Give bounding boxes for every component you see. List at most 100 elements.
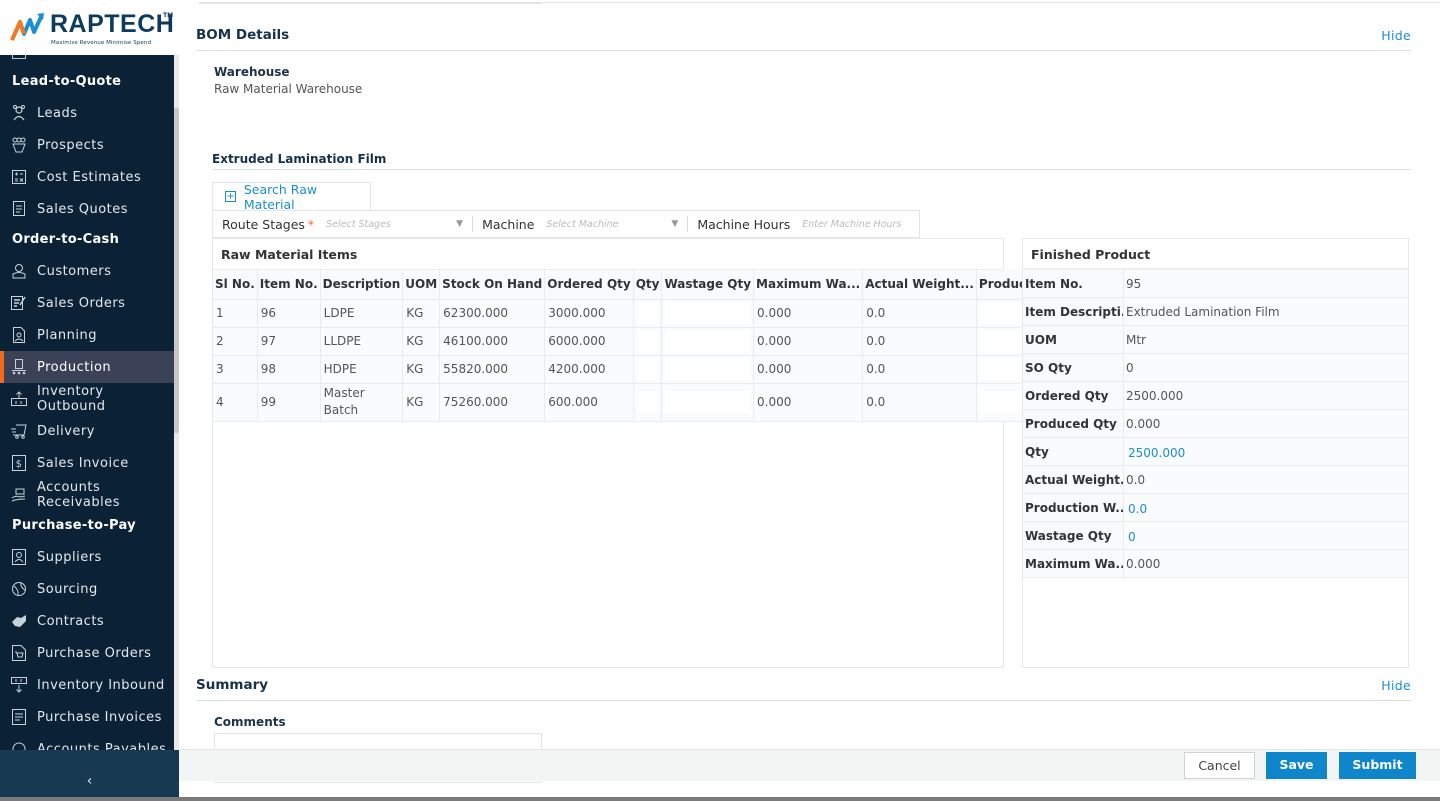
- sidebar-item-leads[interactable]: Leads: [0, 97, 174, 129]
- cell-ordered-qty: 3000.000: [544, 299, 634, 328]
- column-header-wastage-qty[interactable]: Wastage Qty: [661, 270, 755, 300]
- brand-logo[interactable]: RAPTECH TM Maximise Revenue Minimise Spe…: [0, 0, 179, 55]
- fp-label: Qty: [1023, 438, 1124, 465]
- inventory-outbound-icon: [11, 391, 27, 407]
- sidebar-item-planning[interactable]: Planning: [0, 319, 174, 351]
- fp-qty-editable[interactable]: 2500.000: [1124, 438, 1408, 465]
- save-button[interactable]: Save: [1266, 752, 1327, 779]
- column-header-description[interactable]: Description: [320, 270, 404, 300]
- sidebar-item-inventory-inbound[interactable]: Inventory Inbound: [0, 669, 174, 701]
- fp-label: SO Qty: [1023, 354, 1124, 381]
- sidebar: RAPTECH TM Maximise Revenue Minimise Spe…: [0, 0, 179, 797]
- fp-row-production-weight: Production W... 0.0: [1023, 494, 1408, 522]
- sidebar-item-inventory-outbound[interactable]: Inventory Outbound: [0, 383, 174, 415]
- submit-button[interactable]: Submit: [1339, 752, 1416, 779]
- fp-value: 0.000: [1124, 410, 1408, 437]
- cell-qty-input[interactable]: [633, 355, 663, 384]
- machine-select[interactable]: Select Machine: [546, 219, 671, 230]
- sidebar-item-sourcing[interactable]: Sourcing: [0, 573, 174, 605]
- fp-label: Actual Weight...: [1023, 466, 1124, 493]
- sidebar-item-accounts-payables[interactable]: Accounts Payables: [0, 733, 174, 750]
- sidebar-item-label: Customers: [37, 263, 112, 279]
- cell-qty-input[interactable]: [633, 327, 663, 356]
- fp-row-wastage-qty: Wastage Qty 0: [1023, 522, 1408, 550]
- cell-qty-input[interactable]: [633, 299, 663, 328]
- column-header-qty[interactable]: Qty: [633, 270, 663, 300]
- sidebar-item-sales-invoice[interactable]: $ Sales Invoice: [0, 447, 174, 479]
- cell-uom: KG: [402, 383, 441, 422]
- bom-details-title: BOM Details: [196, 27, 290, 43]
- cell-actual-weight: 0.0: [862, 299, 977, 328]
- customer-icon: [11, 263, 27, 279]
- fp-row-uom: UOM Mtr: [1023, 326, 1408, 354]
- brand-name: RAPTECH: [50, 10, 175, 38]
- collapse-sidebar-button[interactable]: ‹: [0, 750, 179, 797]
- column-header-actual-weight[interactable]: Actual Weight...: [862, 270, 977, 300]
- fp-wastage-qty-editable[interactable]: 0: [1124, 522, 1408, 549]
- bom-hide-link[interactable]: Hide: [1381, 28, 1411, 43]
- sidebar-item-purchase-invoices[interactable]: Purchase Invoices: [0, 701, 174, 733]
- fp-label: UOM: [1023, 326, 1124, 353]
- route-stages-select[interactable]: Select Stages: [326, 219, 456, 230]
- sidebar-item-accounts-receivables[interactable]: Accounts Receivables: [0, 479, 174, 511]
- sidebar-item-purchase-orders[interactable]: Purchase Orders: [0, 637, 174, 669]
- sidebar-item-production[interactable]: Production: [0, 351, 174, 383]
- cell-wastage-qty-input[interactable]: [661, 327, 755, 356]
- summary-header: Summary Hide: [196, 677, 1411, 701]
- sidebar-item-sales-orders[interactable]: Sales Orders: [0, 287, 174, 319]
- sidebar-item-delivery[interactable]: Delivery: [0, 415, 174, 447]
- fp-value: 2500.000: [1124, 382, 1408, 409]
- cell-maximum-wastage: 0.000: [753, 383, 864, 422]
- cell-sl-no: 1: [213, 299, 258, 328]
- column-header-maximum-wastage[interactable]: Maximum Wa...: [753, 270, 864, 300]
- cell-wastage-qty-input[interactable]: [661, 383, 755, 422]
- sidebar-partial-item: [0, 55, 174, 67]
- fp-row-produced-qty: Produced Qty 0.000: [1023, 410, 1408, 438]
- cell-maximum-wastage: 0.000: [753, 355, 864, 384]
- machine-caret-icon[interactable]: ▼: [671, 219, 678, 229]
- sidebar-item-suppliers[interactable]: Suppliers: [0, 541, 174, 573]
- fp-label: Production W...: [1023, 494, 1124, 521]
- cell-wastage-qty-input[interactable]: [661, 299, 755, 328]
- cell-description: Master Batch: [320, 383, 404, 422]
- search-raw-material-button[interactable]: + Search Raw Material: [212, 182, 371, 212]
- chevron-left-icon: ‹: [86, 773, 93, 789]
- divider: [472, 216, 474, 232]
- raw-material-items-panel: Raw Material Items Sl No. Item No. Descr…: [212, 238, 1093, 668]
- warehouse-label: Warehouse: [214, 65, 290, 79]
- sidebar-item-customers[interactable]: Customers: [0, 255, 174, 287]
- sidebar-item-prospects[interactable]: Prospects: [0, 129, 174, 161]
- machine-hours-input[interactable]: Enter Machine Hours: [802, 219, 901, 230]
- sidebar-item-cost-estimates[interactable]: Cost Estimates: [0, 161, 174, 193]
- table-row: 2 97 LLDPE KG 46100.000 6000.000 0.000 0…: [213, 327, 1093, 356]
- column-header-ordered-qty[interactable]: Ordered Qty: [544, 270, 634, 300]
- product-heading: Extruded Lamination Film: [212, 152, 387, 166]
- column-header-uom[interactable]: UOM: [402, 270, 441, 300]
- route-stages-caret-icon[interactable]: ▼: [456, 219, 463, 229]
- finished-product-title: Finished Product: [1023, 239, 1408, 270]
- column-header-stock-on-hand[interactable]: Stock On Hand: [439, 270, 546, 300]
- cancel-button[interactable]: Cancel: [1184, 752, 1255, 779]
- payables-icon: [11, 741, 27, 750]
- fp-label: Item Descripti...: [1023, 298, 1124, 325]
- sidebar-item-label: Accounts Payables: [37, 741, 167, 751]
- route-filter-bar: Route Stages * Select Stages ▼ Machine S…: [212, 210, 920, 238]
- handshake-icon: [11, 613, 27, 629]
- sidebar-item-contracts[interactable]: Contracts: [0, 605, 174, 637]
- invoice-dollar-icon: $: [11, 455, 27, 471]
- fp-label: Wastage Qty: [1023, 522, 1124, 549]
- cart-document-icon: [11, 645, 27, 661]
- cell-wastage-qty-input[interactable]: [661, 355, 755, 384]
- cell-actual-weight: 0.0: [862, 383, 977, 422]
- fp-production-weight-editable[interactable]: 0.0: [1124, 494, 1408, 521]
- column-header-sl-no[interactable]: Sl No.: [213, 270, 258, 300]
- fp-value: 0: [1124, 354, 1408, 381]
- column-header-item-no[interactable]: Item No.: [257, 270, 321, 300]
- sales-order-icon: [11, 295, 27, 311]
- cell-qty-input[interactable]: [633, 383, 663, 422]
- sidebar-item-sales-quotes[interactable]: Sales Quotes: [0, 193, 174, 225]
- summary-hide-link[interactable]: Hide: [1381, 678, 1411, 693]
- fp-row-item-no: Item No. 95: [1023, 270, 1408, 298]
- cell-sl-no: 4: [213, 383, 258, 422]
- fp-value: Extruded Lamination Film: [1124, 298, 1408, 325]
